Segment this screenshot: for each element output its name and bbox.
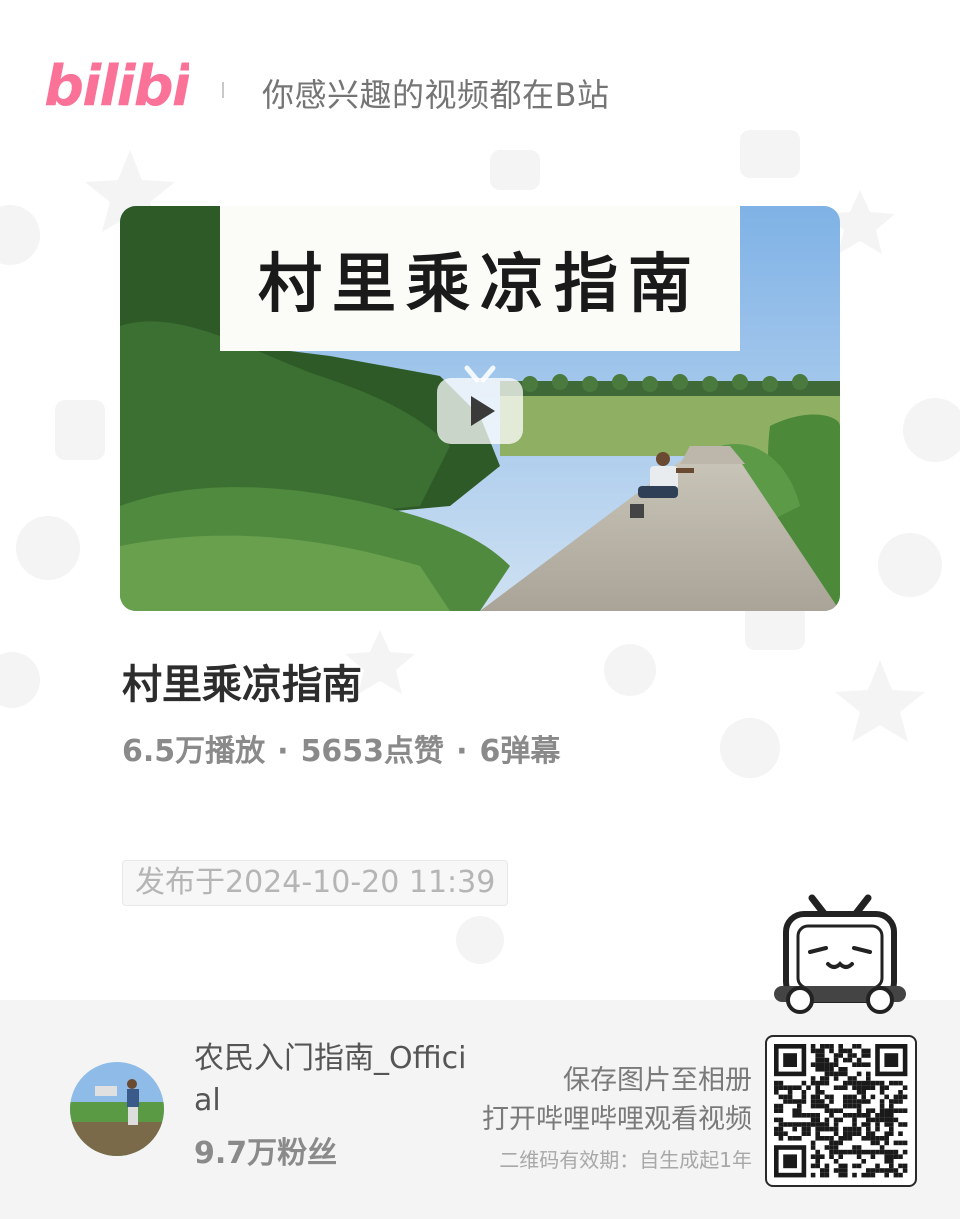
slogan: 你感兴趣的视频都在B站 xyxy=(262,76,610,114)
qr-code-pattern xyxy=(774,1044,908,1178)
play-count: 6.5万播放 xyxy=(122,734,266,769)
stats-separator: · xyxy=(277,734,289,769)
qr-code[interactable] xyxy=(765,1035,917,1187)
open-app-hint: 打开哔哩哔哩观看视频 xyxy=(482,1104,752,1135)
publish-date: 发布于2024-10-20 11:39 xyxy=(122,860,509,906)
bilibili-logo[interactable]: bilibili xyxy=(44,45,189,115)
save-image-hint: 保存图片至相册 xyxy=(563,1065,752,1096)
uploader-avatar[interactable] xyxy=(70,1062,164,1156)
video-title[interactable]: 村里乘凉指南 xyxy=(122,652,362,710)
uploader-name[interactable]: 农民入门指南_Official xyxy=(194,1038,484,1122)
header: bilibili 你感兴趣的视频都在B站 xyxy=(0,0,960,180)
tv-mascot-icon xyxy=(774,894,906,1014)
video-cover[interactable]: 村里乘凉指南 xyxy=(120,206,840,611)
video-stats: 6.5万播放 · 5653点赞 · 6弹幕 xyxy=(122,726,560,770)
fan-count: 9.7万粉丝 xyxy=(194,1136,338,1171)
stats-separator: · xyxy=(456,734,468,769)
qr-validity-note: 二维码有效期：自生成起1年 xyxy=(499,1148,752,1172)
svg-text:bilibili: bilibili xyxy=(44,54,189,115)
like-count: 5653点赞 xyxy=(300,734,445,769)
cover-title-banner: 村里乘凉指南 xyxy=(220,206,740,351)
share-footer: 农民入门指南_Official 9.7万粉丝 保存图片至相册 打开哔哩哔哩观看视… xyxy=(0,1000,960,1219)
header-divider xyxy=(222,82,224,98)
play-icon[interactable] xyxy=(435,364,525,446)
cover-title-text: 村里乘凉指南 xyxy=(258,246,702,322)
danmaku-count: 6弹幕 xyxy=(479,734,561,769)
